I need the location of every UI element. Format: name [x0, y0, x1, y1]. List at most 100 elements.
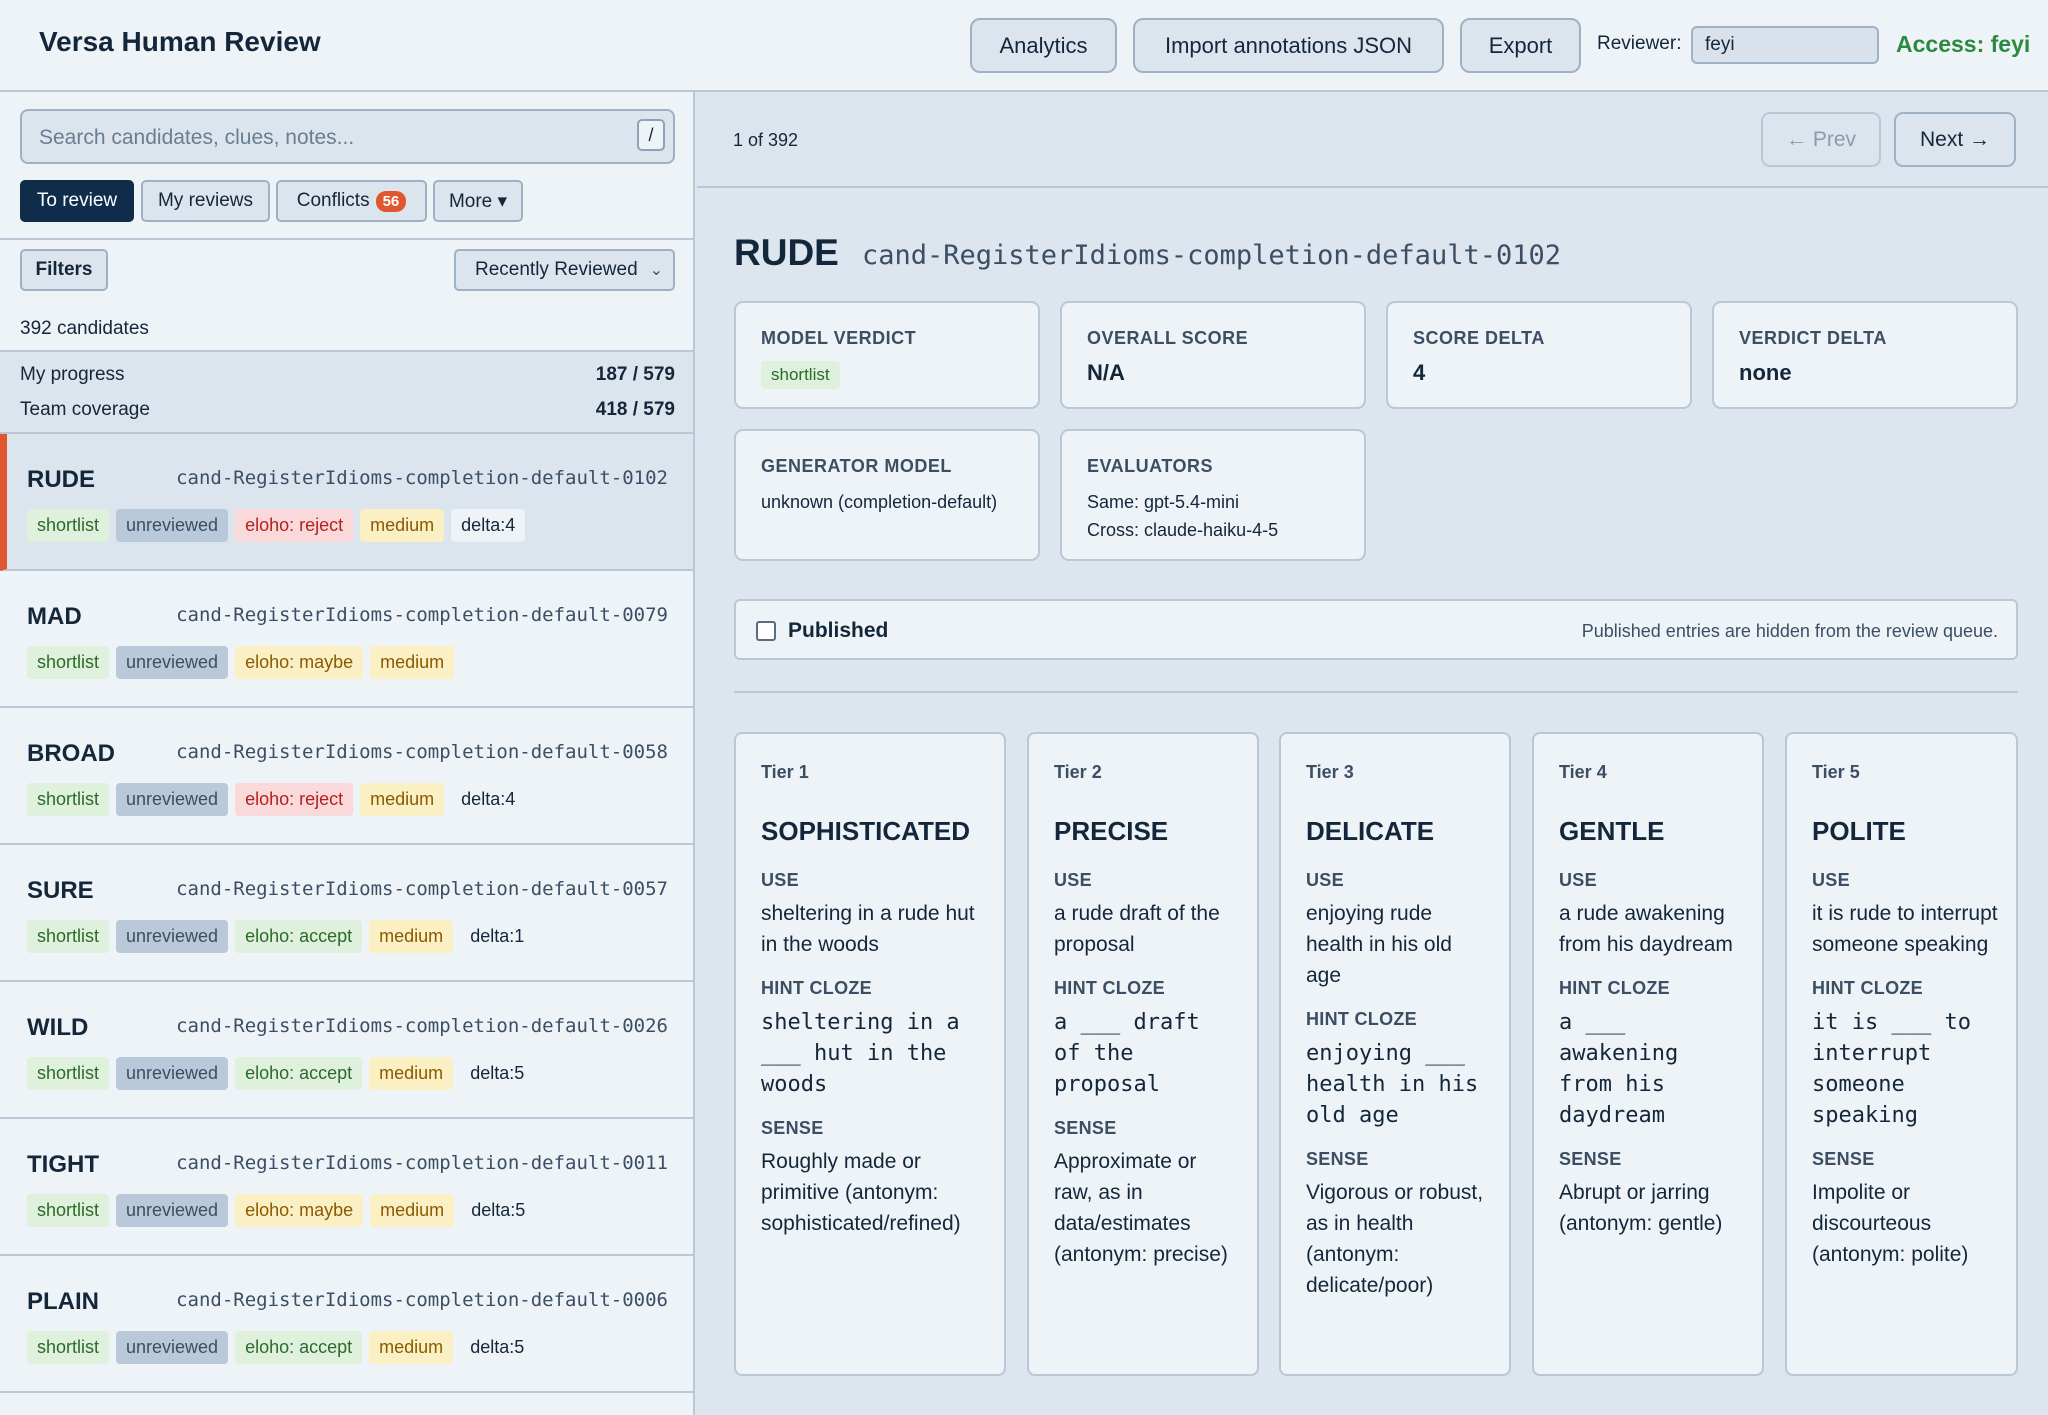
hint-cloze-label: HINT CLOZE [1559, 978, 1670, 998]
use-text: enjoying rude health in his old age [1306, 902, 1452, 987]
my-progress-value: 187 / 579 [595, 364, 675, 385]
delta-badge: delta:5 [470, 1063, 525, 1083]
hint-cloze-label: HINT CLOZE [761, 978, 872, 998]
candidate-list-item[interactable]: WILD cand-RegisterIdioms-completion-defau… [0, 982, 693, 1119]
export-button[interactable]: Export [1460, 18, 1581, 73]
score-delta-label: SCORE DELTA [1413, 328, 1545, 348]
conflicts-count-badge: 56 [375, 190, 407, 212]
tier-body: DELICATE USE enjoying rude health in his o… [1306, 810, 1491, 1301]
tier-body: SOPHISTICATED USE sheltering in a rude hut… [761, 810, 986, 1239]
candidate-tags: shortlist unreviewed eloho: reject medium de… [27, 783, 525, 816]
tier-card: Tier 4 GENTLE USE a rude awakening from his… [1532, 732, 1764, 1376]
search-placeholder: Search candidates, clues, notes... [39, 126, 355, 149]
import-annotations-button[interactable]: Import annotations JSON [1133, 18, 1444, 73]
sense-text: Approximate or raw, as in data/estimates… [1054, 1150, 1228, 1266]
app-title: Versa Human Review [39, 26, 321, 57]
candidate-list-item[interactable]: PLAIN cand-RegisterIdioms-completion-defa… [0, 1256, 693, 1393]
candidate-word: RUDE [734, 232, 839, 273]
generator-model-value: unknown (completion-default) [761, 492, 998, 512]
published-checkbox[interactable] [756, 621, 776, 641]
sense-text: Abrupt or jarring (antonym: gentle) [1559, 1181, 1723, 1235]
sense-text: Impolite or discourteous (antonym: polit… [1812, 1181, 1969, 1266]
status-badge: unreviewed [116, 1194, 229, 1227]
tier-card: Tier 1 SOPHISTICATED USE sheltering in a ru… [734, 732, 1006, 1376]
tier-antonym-word: SOPHISTICATED [761, 816, 970, 846]
status-badge: unreviewed [116, 920, 229, 953]
use-label: USE [1559, 870, 1597, 890]
candidate-id: cand-RegisterIdioms-completion-default-0… [176, 1152, 668, 1174]
sense-text: Vigorous or robust, as in health (antony… [1306, 1181, 1484, 1297]
tab-my-reviews[interactable]: My reviews [141, 180, 270, 222]
use-label: USE [1054, 870, 1092, 890]
difficulty-badge: medium [369, 1331, 454, 1364]
next-button[interactable]: Next → [1894, 112, 2016, 167]
model-verdict-label: MODEL VERDICT [761, 328, 917, 348]
filters-button[interactable]: Filters [20, 249, 108, 291]
status-badge: unreviewed [116, 1057, 229, 1090]
candidate-word: RUDE [27, 466, 96, 493]
delta-badge: delta:5 [471, 1200, 526, 1220]
tab-to-review[interactable]: To review [20, 180, 134, 222]
delta-badge: delta:4 [461, 789, 516, 809]
reviewer-verdict-badge: eloho: accept [235, 1331, 363, 1364]
review-topbar: 1 of 392 ← Prev Next → [697, 92, 2048, 188]
model-verdict-badge: shortlist [761, 361, 840, 389]
reviewer-input[interactable] [1691, 26, 1879, 64]
tier-label: Tier 3 [1306, 762, 1354, 782]
candidate-id: cand-RegisterIdioms-completion-default-0… [176, 741, 668, 763]
use-label: USE [761, 870, 799, 890]
difficulty-badge: medium [369, 920, 454, 953]
hint-cloze-label: HINT CLOZE [1054, 978, 1165, 998]
tab-more[interactable]: More ▾ [433, 180, 523, 222]
tab-my-reviews-label: My reviews [157, 190, 253, 211]
status-badge: unreviewed [116, 1331, 229, 1364]
verdict-badge: shortlist [27, 1057, 110, 1090]
candidate-list-item[interactable]: BROAD cand-RegisterIdioms-completion-defa… [0, 708, 693, 845]
progress-panel: My progress 187 / 579 Team coverage 418 … [0, 350, 693, 434]
candidate-id: cand-RegisterIdioms-completion-default-0… [176, 1289, 668, 1311]
candidate-id: cand-RegisterIdioms-completion-default-0… [176, 604, 668, 626]
use-text: a rude draft of the proposal [1054, 902, 1220, 956]
hint-cloze-text: it is ___ to interrupt someone speaking [1812, 1010, 1971, 1128]
hint-cloze-text: enjoying ___ health in his old age [1306, 1041, 1479, 1128]
tier-label: Tier 1 [761, 762, 809, 782]
verdict-badge: shortlist [27, 1194, 110, 1227]
tier-antonym-word: PRECISE [1054, 816, 1169, 846]
tier-card: Tier 2 PRECISE USE a rude draft of the prop… [1027, 732, 1259, 1376]
generator-model-label: GENERATOR MODEL [761, 456, 952, 476]
tier-body: GENTLE USE a rude awakening from his daydr… [1559, 810, 1744, 1239]
verdict-delta-label: VERDICT DELTA [1739, 328, 1887, 348]
tab-more-label: More ▾ [448, 190, 508, 212]
candidate-list-item[interactable]: TIGHT cand-RegisterIdioms-completion-defa… [0, 1119, 693, 1256]
hint-cloze-label: HINT CLOZE [1306, 1009, 1417, 1029]
overall-score-label: OVERALL SCORE [1087, 328, 1249, 348]
sort-select[interactable]: Recently Reviewed ⌄ [454, 249, 675, 291]
app-header: Versa Human Review Analytics Import anno… [0, 0, 2048, 92]
published-label[interactable]: Published [788, 619, 888, 643]
tab-conflicts[interactable]: Conflicts 56 [276, 180, 427, 222]
generator-model-card: GENERATOR MODEL unknown (completion-defa… [734, 429, 1040, 561]
candidate-tags: shortlist unreviewed eloho: maybe medium [27, 646, 455, 679]
analytics-button[interactable]: Analytics [970, 18, 1117, 73]
sense-label: SENSE [761, 1118, 824, 1138]
candidate-list-item[interactable]: RUDE cand-RegisterIdioms-completion-defau… [0, 434, 693, 571]
tier-antonym-word: DELICATE [1306, 816, 1435, 846]
candidate-word: BROAD [27, 740, 115, 767]
divider [0, 238, 693, 240]
difficulty-badge: medium [369, 1057, 454, 1090]
reviewer-verdict-badge: eloho: maybe [235, 1194, 364, 1227]
evaluators-list: Same: gpt-5.4-mini Cross: claude-haiku-4… [1087, 488, 1327, 544]
search-input[interactable]: Search candidates, clues, notes... / [20, 109, 675, 164]
tier-card: Tier 3 DELICATE USE enjoying rude health in… [1279, 732, 1511, 1376]
tab-to-review-label: To review [36, 190, 118, 211]
sense-label: SENSE [1559, 1149, 1622, 1169]
evaluators-label: EVALUATORS [1087, 456, 1214, 476]
use-label: USE [1812, 870, 1850, 890]
candidate-tags: shortlist unreviewed eloho: accept medium de… [27, 920, 534, 953]
reviewer-verdict-badge: eloho: reject [235, 509, 354, 542]
tier-label: Tier 2 [1054, 762, 1102, 782]
candidate-list-item[interactable]: MAD cand-RegisterIdioms-completion-defaul… [0, 571, 693, 708]
reviewer-verdict-badge: eloho: reject [235, 783, 354, 816]
prev-button[interactable]: ← Prev [1761, 112, 1881, 167]
candidate-list-item[interactable]: SURE cand-RegisterIdioms-completion-defau… [0, 845, 693, 982]
